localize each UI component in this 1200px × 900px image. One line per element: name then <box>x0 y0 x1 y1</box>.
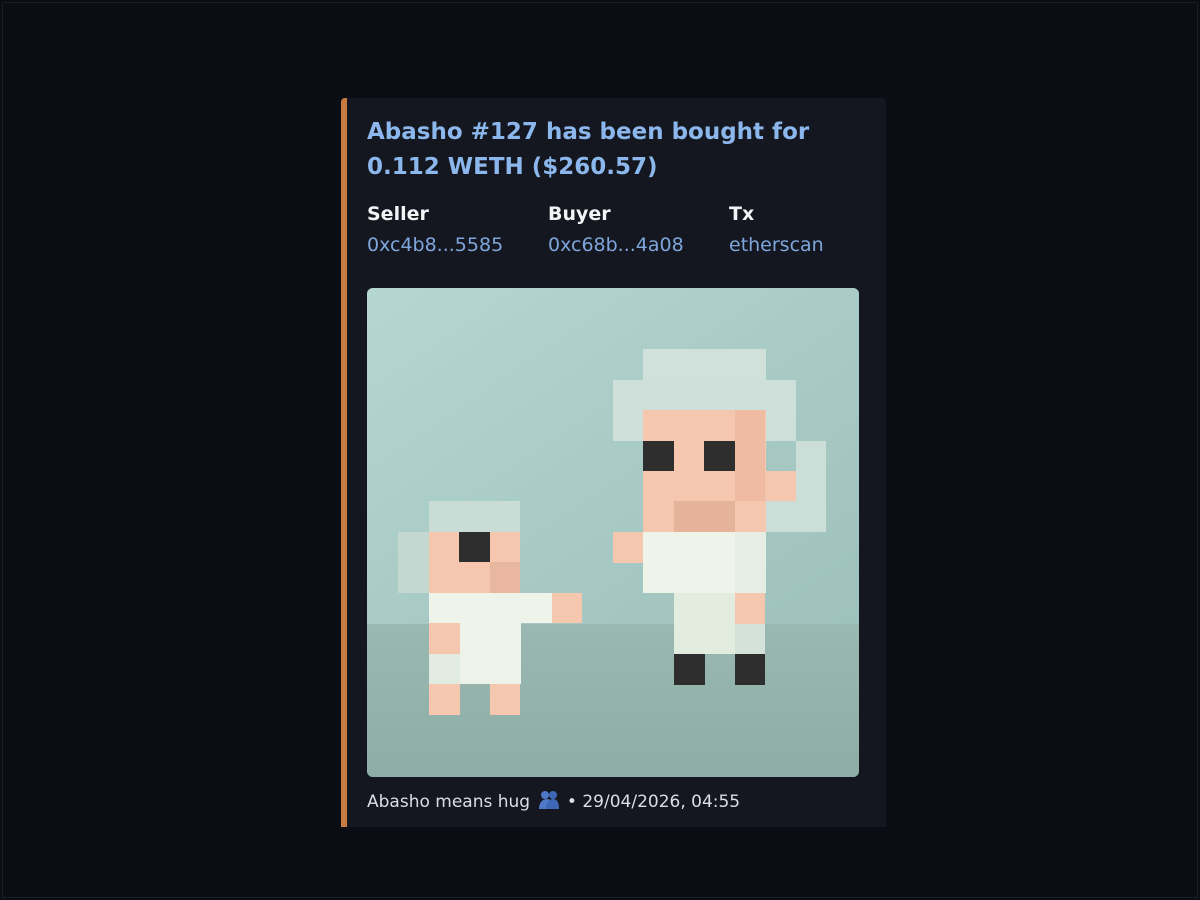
footer-timestamp: 29/04/2026, 04:55 <box>582 792 741 812</box>
nft-image[interactable] <box>367 288 859 777</box>
embed-title-link[interactable]: Abasho #127 has been bought for 0.112 WE… <box>367 115 837 185</box>
buyer-address-link[interactable]: 0xc68b...4a08 <box>548 233 729 257</box>
field-name: Tx <box>729 203 755 225</box>
field-seller: Seller 0xc4b8...5585 <box>367 201 548 257</box>
footer-separator: • <box>566 792 577 812</box>
embed-fields: Seller 0xc4b8...5585 Buyer 0xc68b...4a08… <box>367 201 886 257</box>
field-buyer: Buyer 0xc68b...4a08 <box>548 201 729 257</box>
field-name: Seller <box>367 203 429 225</box>
sale-embed-card: Abasho #127 has been bought for 0.112 WE… <box>341 98 886 827</box>
people-hugging-icon <box>538 791 559 809</box>
embed-footer: Abasho means hug • 29/04/2026, 04:55 <box>367 790 740 814</box>
seller-address-link[interactable]: 0xc4b8...5585 <box>367 233 548 257</box>
footer-text: Abasho means hug <box>367 792 531 812</box>
app-background: Abasho #127 has been bought for 0.112 WE… <box>2 2 1198 898</box>
etherscan-link[interactable]: etherscan <box>729 233 886 257</box>
field-name: Buyer <box>548 203 611 225</box>
embed-accent-bar <box>341 98 347 827</box>
field-tx: Tx etherscan <box>729 201 886 257</box>
